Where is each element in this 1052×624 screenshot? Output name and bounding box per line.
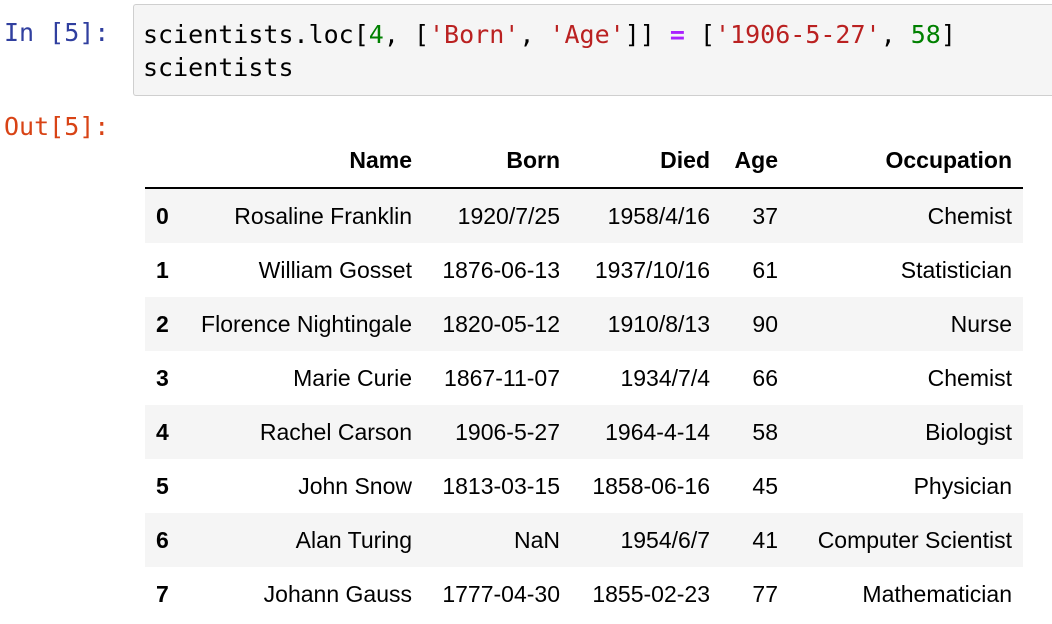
output-prompt: Out[5]:: [4, 112, 110, 141]
code-cell-editor[interactable]: scientists.loc[4, ['Born', 'Age']] = ['1…: [133, 4, 1052, 96]
cell-occupation: Physician: [913, 472, 1012, 499]
cell-occupation: Mathematician: [862, 580, 1012, 607]
row-index: 0: [156, 202, 169, 229]
table-row: 6 Alan Turing NaN 1954/6/7 41 Computer S…: [145, 513, 1023, 567]
row-index: 7: [156, 580, 169, 607]
code-token-number: 58: [910, 20, 941, 49]
column-header-occupation: Occupation: [789, 133, 1023, 189]
column-header-died: Died: [571, 133, 721, 189]
code-token-operator: =: [669, 20, 685, 49]
cell-name: Florence Nightingale: [201, 310, 412, 337]
code-token-string: 'Age': [549, 20, 625, 49]
table-row: 7 Johann Gauss 1777-04-30 1855-02-23 77 …: [145, 567, 1023, 621]
cell-name: Marie Curie: [293, 364, 412, 391]
cell-age: 41: [752, 526, 778, 553]
code-token: ]]: [624, 20, 670, 49]
cell-died: 1855-02-23: [592, 580, 710, 607]
code-line-1: scientists.loc[4, ['Born', 'Age']] = ['1…: [143, 19, 956, 51]
cell-died: 1954/6/7: [620, 526, 710, 553]
code-token: [: [684, 20, 716, 49]
cell-occupation: Chemist: [927, 364, 1012, 391]
cell-occupation: Computer Scientist: [817, 526, 1012, 553]
cell-born: NaN: [513, 526, 560, 553]
column-header-age: Age: [721, 133, 789, 189]
cell-died: 1958/4/16: [607, 202, 710, 229]
table-row: 3 Marie Curie 1867-11-07 1934/7/4 66 Che…: [145, 351, 1023, 405]
dataframe-table: Name Born Died Age Occupation 0 Rosaline…: [145, 133, 1023, 621]
cell-age: 90: [752, 310, 778, 337]
row-index: 5: [156, 472, 169, 499]
cell-age: 61: [752, 256, 778, 283]
column-header-index: [145, 133, 181, 189]
code-token: , [: [383, 20, 429, 49]
cell-born: 1920/7/25: [457, 202, 560, 229]
code-token: ]: [940, 20, 956, 49]
cell-died: 1858-06-16: [592, 472, 710, 499]
table-row: 4 Rachel Carson 1906-5-27 1964-4-14 58 B…: [145, 405, 1023, 459]
cell-born: 1777-04-30: [442, 580, 560, 607]
row-index: 1: [156, 256, 169, 283]
cell-born: 1876-06-13: [442, 256, 560, 283]
column-header-born: Born: [423, 133, 571, 189]
row-index: 4: [156, 418, 169, 445]
cell-age: 37: [752, 202, 778, 229]
table-row: 5 John Snow 1813-03-15 1858-06-16 45 Phy…: [145, 459, 1023, 513]
code-token: scientists.loc[: [143, 20, 369, 49]
cell-age: 66: [752, 364, 778, 391]
cell-died: 1934/7/4: [620, 364, 710, 391]
cell-occupation: Chemist: [927, 202, 1012, 229]
cell-name: Johann Gauss: [263, 580, 412, 607]
code-token-string: 'Born': [429, 20, 520, 49]
cell-occupation: Biologist: [925, 418, 1012, 445]
cell-age: 77: [752, 580, 778, 607]
table-row: 2 Florence Nightingale 1820-05-12 1910/8…: [145, 297, 1023, 351]
table-row: 0 Rosaline Franklin 1920/7/25 1958/4/16 …: [145, 188, 1023, 243]
cell-name: Rosaline Franklin: [234, 202, 412, 229]
row-index: 3: [156, 364, 169, 391]
cell-name: Alan Turing: [295, 526, 412, 553]
cell-occupation: Nurse: [950, 310, 1012, 337]
cell-name: William Gosset: [258, 256, 412, 283]
cell-died: 1937/10/16: [594, 256, 710, 283]
column-header-name: Name: [181, 133, 423, 189]
code-token: ,: [880, 20, 911, 49]
cell-born: 1813-03-15: [442, 472, 560, 499]
row-index: 6: [156, 526, 169, 553]
code-line-2: scientists: [143, 53, 294, 82]
code-token: ,: [519, 20, 550, 49]
cell-age: 58: [752, 418, 778, 445]
row-index: 2: [156, 310, 169, 337]
code-token-number: 4: [368, 20, 384, 49]
cell-born: 1906-5-27: [455, 418, 560, 445]
code-token-string: '1906-5-27': [715, 20, 881, 49]
cell-occupation: Statistician: [900, 256, 1012, 283]
cell-died: 1964-4-14: [605, 418, 710, 445]
cell-name: Rachel Carson: [259, 418, 412, 445]
cell-born: 1820-05-12: [442, 310, 560, 337]
cell-died: 1910/8/13: [607, 310, 710, 337]
cell-age: 45: [752, 472, 778, 499]
cell-born: 1867-11-07: [444, 364, 560, 391]
table-row: 1 William Gosset 1876-06-13 1937/10/16 6…: [145, 243, 1023, 297]
input-prompt: In [5]:: [4, 18, 110, 47]
table-header-row: Name Born Died Age Occupation: [145, 133, 1023, 189]
cell-name: John Snow: [298, 472, 412, 499]
